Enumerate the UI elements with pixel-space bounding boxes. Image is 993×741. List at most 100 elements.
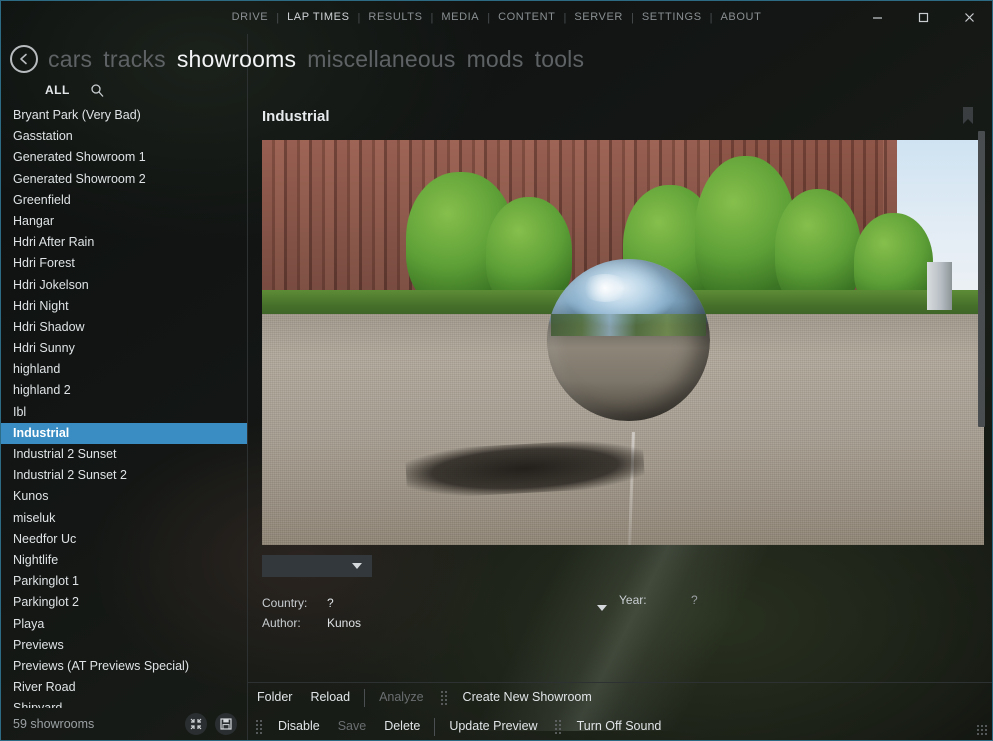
chevron-down-icon xyxy=(597,605,607,611)
maximize-icon xyxy=(918,12,928,23)
status-bar-icons xyxy=(185,713,237,735)
year-dropdown-button[interactable] xyxy=(597,599,607,617)
top-menu-item-media[interactable]: MEDIA xyxy=(433,1,487,34)
toolbar-separator xyxy=(434,717,436,736)
list-item[interactable]: Previews (AT Previews Special) xyxy=(1,656,247,677)
toolbar-drag-handle[interactable] xyxy=(255,719,262,734)
list-item[interactable]: Shipyard xyxy=(1,698,247,708)
bottom-toolbar: Folder Reload Analyze Create New Showroom D… xyxy=(248,682,992,740)
list-item[interactable]: Hdri After Rain xyxy=(1,232,247,253)
bookmark-icon xyxy=(963,107,973,124)
save-button[interactable] xyxy=(215,713,237,735)
toolbar-button-turn-off-sound[interactable]: Turn Off Sound xyxy=(568,712,671,740)
window-resize-grip[interactable] xyxy=(976,724,988,736)
list-item[interactable]: River Road xyxy=(1,677,247,698)
save-icon xyxy=(220,718,232,730)
list-item[interactable]: Hdri Jokelson xyxy=(1,275,247,296)
toolbar-row-2: Disable Save Delete Update Preview Turn Off … xyxy=(248,712,992,740)
list-scrollbar-track[interactable] xyxy=(978,105,985,700)
list-item[interactable]: Playa xyxy=(1,614,247,635)
top-menu-item-lap-times[interactable]: LAP TIMES xyxy=(279,1,357,34)
top-menu-item-about[interactable]: ABOUT xyxy=(713,1,770,34)
list-item[interactable]: miseluk xyxy=(1,508,247,529)
showroom-mode-dropdown[interactable] xyxy=(262,555,372,577)
list-item[interactable]: Generated Showroom 1 xyxy=(1,147,247,168)
maximize-button[interactable] xyxy=(900,1,946,34)
primary-nav: cars tracks showrooms miscellaneous mods tool… xyxy=(1,39,992,79)
collapse-button[interactable] xyxy=(185,713,207,735)
top-menu-item-drive[interactable]: DRIVE xyxy=(224,1,277,34)
list-scrollbar-thumb[interactable] xyxy=(978,131,985,427)
list-item[interactable]: Needfor Uc xyxy=(1,529,247,550)
list-item[interactable]: Gasstation xyxy=(1,126,247,147)
toolbar-drag-handle[interactable] xyxy=(553,719,561,734)
nav-item-cars[interactable]: cars xyxy=(48,46,92,73)
metadata-label: Country: xyxy=(262,596,308,610)
nav-item-showrooms[interactable]: showrooms xyxy=(177,46,296,73)
detail-pane: Industrial Country: ? Author: Kunos Year… xyxy=(248,34,992,740)
filter-all-button[interactable]: ALL xyxy=(45,83,70,97)
toolbar-button-reload[interactable]: Reload xyxy=(301,683,359,712)
list-item[interactable]: Parkinglot 1 xyxy=(1,571,247,592)
toolbar-button-save: Save xyxy=(337,719,367,733)
nav-item-miscellaneous[interactable]: miscellaneous xyxy=(307,46,455,73)
top-menu-item-content[interactable]: CONTENT xyxy=(490,1,563,34)
top-menu-item-results[interactable]: RESULTS xyxy=(360,1,430,34)
preview-sphere-reflection xyxy=(550,314,707,337)
minimize-button[interactable] xyxy=(854,1,900,34)
list-item[interactable]: Hdri Forest xyxy=(1,253,247,274)
showroom-preview-image[interactable] xyxy=(262,140,984,545)
close-icon xyxy=(964,13,974,22)
toolbar-button-folder[interactable]: Folder xyxy=(248,683,301,712)
toolbar-button-create-new-showroom[interactable]: Create New Showroom xyxy=(454,683,601,712)
list-item[interactable]: Hangar xyxy=(1,211,247,232)
chevron-down-icon xyxy=(352,562,362,569)
top-menu-item-settings[interactable]: SETTINGS xyxy=(634,1,710,34)
nav-item-tracks[interactable]: tracks xyxy=(103,46,166,73)
metadata-value[interactable]: ? xyxy=(327,593,334,613)
toolbar-button-update-preview[interactable]: Update Preview xyxy=(440,712,546,740)
search-button[interactable] xyxy=(90,83,105,98)
collapse-icon xyxy=(190,718,202,730)
list-item[interactable]: highland xyxy=(1,359,247,380)
showroom-count: 59 showrooms xyxy=(13,717,95,731)
back-button[interactable] xyxy=(10,45,38,73)
back-arrow-icon xyxy=(20,53,27,65)
list-item[interactable]: Hdri Night xyxy=(1,296,247,317)
list-item[interactable]: Hdri Sunny xyxy=(1,338,247,359)
nav-items: cars tracks showrooms miscellaneous mods tool… xyxy=(48,46,584,73)
list-item[interactable]: Kunos xyxy=(1,486,247,507)
list-item[interactable]: Hdri Shadow xyxy=(1,317,247,338)
list-item[interactable]: Industrial 2 Sunset 2 xyxy=(1,465,247,486)
title-bar: DRIVE | LAP TIMES | RESULTS | MEDIA | CONTENT | SE… xyxy=(1,1,992,34)
preview-bollard xyxy=(926,261,952,311)
nav-item-mods[interactable]: mods xyxy=(467,46,524,73)
list-item[interactable]: Nightlife xyxy=(1,550,247,571)
list-item[interactable]: Greenfield xyxy=(1,190,247,211)
bookmark-button[interactable] xyxy=(961,106,975,130)
close-button[interactable] xyxy=(946,1,992,34)
list-item[interactable]: Parkinglot 2 xyxy=(1,592,247,613)
list-item[interactable]: Generated Showroom 2 xyxy=(1,169,247,190)
metadata-value[interactable]: Kunos xyxy=(327,613,361,633)
toolbar-row-1: Folder Reload Analyze Create New Showroom xyxy=(248,683,992,712)
showroom-list[interactable]: Bryant Park (Very Bad) Gasstation Generate… xyxy=(1,105,247,708)
list-item[interactable]: Industrial xyxy=(1,422,247,444)
top-menu-item-server[interactable]: SERVER xyxy=(566,1,631,34)
list-item[interactable]: Previews xyxy=(1,635,247,656)
list-item[interactable]: highland 2 xyxy=(1,380,247,401)
status-bar: 59 showrooms xyxy=(1,708,247,740)
toolbar-button-delete[interactable]: Delete xyxy=(375,712,429,740)
metadata-fields: Country:? Author: Kunos xyxy=(262,593,361,633)
list-item[interactable]: Industrial 2 Sunset xyxy=(1,444,247,465)
list-item[interactable]: Bryant Park (Very Bad) xyxy=(1,105,247,126)
list-item[interactable]: Ibl xyxy=(1,402,247,423)
metadata-label: Author: xyxy=(262,616,301,630)
toolbar-separator xyxy=(364,688,366,707)
toolbar-drag-handle[interactable] xyxy=(439,690,447,705)
top-menu: DRIVE | LAP TIMES | RESULTS | MEDIA | CONTENT | SE… xyxy=(224,1,770,34)
nav-item-tools[interactable]: tools xyxy=(535,46,585,73)
metadata-row: Country:? xyxy=(262,593,361,613)
search-icon xyxy=(91,83,104,97)
toolbar-button-disable[interactable]: Disable xyxy=(269,712,329,740)
